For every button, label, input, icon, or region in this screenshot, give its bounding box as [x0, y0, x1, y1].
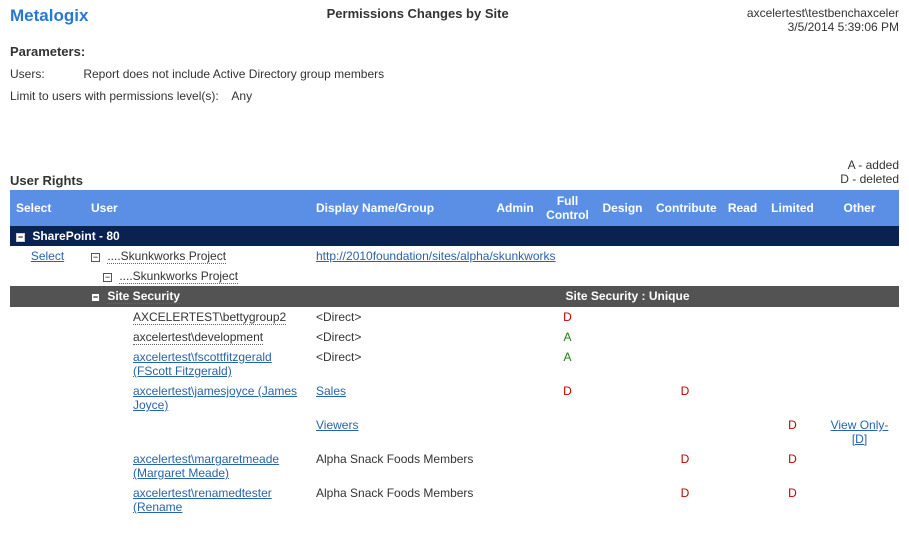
- mark-limited: [765, 381, 820, 415]
- display-group: <Direct>: [316, 310, 361, 324]
- collapse-icon[interactable]: −: [91, 293, 100, 302]
- mark-contribute: D: [650, 381, 720, 415]
- mark-contribute: [650, 347, 720, 381]
- param-level-label: Limit to users with permissions level(s)…: [10, 89, 219, 103]
- mark-contribute: D: [650, 483, 720, 517]
- report-title: Permissions Changes by Site: [88, 6, 747, 21]
- display-group: <Direct>: [316, 350, 361, 364]
- mark-admin: [490, 327, 540, 347]
- mark-full: A: [540, 327, 595, 347]
- section-label: Site Security: [107, 289, 180, 304]
- table-row: axcelertest\fscottfitzgerald (FScott Fit…: [10, 347, 899, 381]
- mark-limited: D: [765, 449, 820, 483]
- mark-limited: [765, 327, 820, 347]
- mark-read: [720, 381, 765, 415]
- mark-full: [540, 483, 595, 517]
- display-group[interactable]: Sales: [316, 384, 346, 398]
- mark-design: [595, 347, 650, 381]
- mark-admin: [490, 449, 540, 483]
- mark-limited: D: [765, 483, 820, 517]
- table-row: AXCELERTEST\bettygroup2 <Direct> D: [10, 307, 899, 327]
- mark-contribute: D: [650, 449, 720, 483]
- collapse-icon[interactable]: −: [103, 273, 112, 282]
- section-unique: Site Security : Unique: [490, 286, 765, 307]
- mark-design: [595, 381, 650, 415]
- mark-full: D: [540, 307, 595, 327]
- mark-limited: D: [765, 415, 820, 449]
- mark-admin: [490, 381, 540, 415]
- other-value[interactable]: View Only-[D]: [831, 418, 889, 446]
- user-name[interactable]: axcelertest\fscottfitzgerald (FScott Fit…: [133, 350, 272, 378]
- col-design: Design: [595, 190, 650, 226]
- mark-full: D: [540, 381, 595, 415]
- project-label: ....Skunkworks Project: [107, 249, 226, 264]
- col-other: Other: [820, 190, 899, 226]
- table-row: axcelertest\development <Direct> A: [10, 327, 899, 347]
- mark-contribute: [650, 307, 720, 327]
- mark-contribute: [650, 415, 720, 449]
- mark-admin: [490, 483, 540, 517]
- col-read: Read: [720, 190, 765, 226]
- col-user: User: [85, 190, 310, 226]
- param-users-label: Users:: [10, 67, 80, 81]
- param-level-value: Any: [231, 89, 252, 103]
- display-group: Alpha Snack Foods Members: [316, 486, 473, 500]
- table-row: Viewers D View Only-[D]: [10, 415, 899, 449]
- col-admin: Admin: [490, 190, 540, 226]
- mark-read: [720, 449, 765, 483]
- mark-admin: [490, 307, 540, 327]
- mark-design: [595, 307, 650, 327]
- brand-logo: Metalogix: [10, 6, 88, 26]
- legend-added: A - added: [10, 158, 899, 172]
- user-name[interactable]: axcelertest\renamedtester (Rename: [133, 486, 272, 514]
- mark-design: [595, 415, 650, 449]
- mark-limited: [765, 307, 820, 327]
- collapse-icon[interactable]: −: [91, 253, 100, 262]
- site-name: SharePoint - 80: [32, 229, 119, 243]
- param-users-value: Report does not include Active Directory…: [83, 67, 384, 81]
- display-group[interactable]: Viewers: [316, 418, 358, 432]
- user-name: AXCELERTEST\bettygroup2: [133, 310, 286, 325]
- col-contribute: Contribute: [650, 190, 720, 226]
- mark-design: [595, 327, 650, 347]
- mark-full: [540, 415, 595, 449]
- mark-read: [720, 483, 765, 517]
- mark-full: [540, 449, 595, 483]
- parameters-heading: Parameters:: [10, 44, 899, 59]
- mark-design: [595, 449, 650, 483]
- table-row: axcelertest\renamedtester (Rename Alpha S…: [10, 483, 899, 517]
- select-link[interactable]: Select: [31, 249, 64, 263]
- project-sublabel: ....Skunkworks Project: [119, 269, 238, 284]
- report-timestamp: 3/5/2014 5:39:06 PM: [747, 20, 899, 34]
- user-name[interactable]: axcelertest\jamesjoyce (James Joyce): [133, 384, 297, 412]
- col-display: Display Name/Group: [310, 190, 490, 226]
- mark-read: [720, 327, 765, 347]
- mark-full: A: [540, 347, 595, 381]
- legend-deleted: D - deleted: [10, 172, 899, 186]
- mark-read: [720, 347, 765, 381]
- user-name: axcelertest\development: [133, 330, 263, 345]
- table-row: axcelertest\jamesjoyce (James Joyce) Sale…: [10, 381, 899, 415]
- col-full: Full Control: [540, 190, 595, 226]
- mark-limited: [765, 347, 820, 381]
- mark-contribute: [650, 327, 720, 347]
- col-select: Select: [10, 190, 85, 226]
- mark-design: [595, 483, 650, 517]
- display-group: Alpha Snack Foods Members: [316, 452, 473, 466]
- report-user: axcelertest\testbenchaxceler: [747, 6, 899, 20]
- mark-read: [720, 415, 765, 449]
- permissions-table: Select User Display Name/Group Admin Ful…: [10, 190, 899, 517]
- mark-read: [720, 307, 765, 327]
- mark-admin: [490, 415, 540, 449]
- display-group: <Direct>: [316, 330, 361, 344]
- user-name[interactable]: axcelertest\margaretmeade (Margaret Mead…: [133, 452, 279, 480]
- mark-admin: [490, 347, 540, 381]
- project-url[interactable]: http://2010foundation/sites/alpha/skunkw…: [316, 249, 555, 263]
- collapse-icon[interactable]: −: [16, 233, 25, 242]
- col-limited: Limited: [765, 190, 820, 226]
- table-row: axcelertest\margaretmeade (Margaret Mead…: [10, 449, 899, 483]
